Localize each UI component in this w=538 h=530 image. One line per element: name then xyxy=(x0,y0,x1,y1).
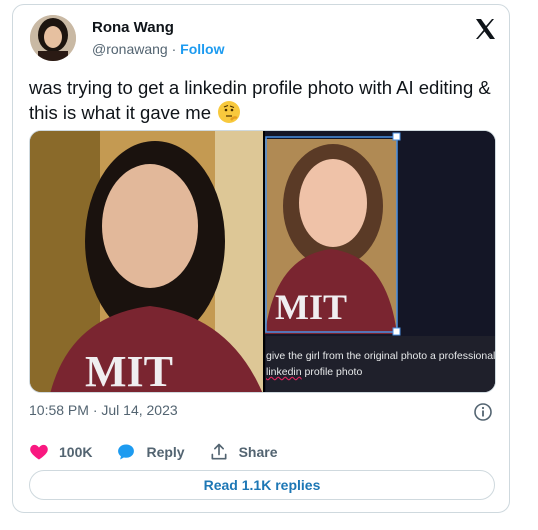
svg-text:MIT: MIT xyxy=(85,347,173,393)
media-grid[interactable]: MIT MIT give the girl from the original … xyxy=(29,130,496,393)
separator: · xyxy=(171,41,177,57)
share-button[interactable]: Share xyxy=(209,442,278,462)
like-button[interactable]: 100K xyxy=(29,442,92,462)
action-bar: 100K Reply Share xyxy=(29,440,302,464)
prompt-line-2: linkedin profile photo xyxy=(266,364,495,380)
author-name[interactable]: Rona Wang xyxy=(92,19,174,36)
share-icon xyxy=(211,443,227,460)
author-handle-row: @ronawang · Follow xyxy=(92,41,224,57)
tweet-text: was trying to get a linkedin profile pho… xyxy=(29,75,499,125)
avatar[interactable] xyxy=(30,15,76,61)
x-logo-icon[interactable] xyxy=(473,17,497,41)
ai-prompt-box[interactable]: give the girl from the original photo a … xyxy=(266,336,496,392)
share-label: Share xyxy=(238,444,278,460)
read-replies-button[interactable]: Read 1.1K replies xyxy=(29,470,495,500)
reply-label: Reply xyxy=(146,444,185,460)
original-photo[interactable]: MIT xyxy=(30,131,263,393)
author-handle[interactable]: @ronawang xyxy=(92,41,168,57)
svg-text:MIT: MIT xyxy=(275,287,347,327)
reply-icon xyxy=(118,444,135,460)
follow-button[interactable]: Follow xyxy=(180,41,224,57)
prompt-line-2-rest: profile photo xyxy=(301,366,363,378)
thinking-face-emoji xyxy=(218,101,241,123)
info-icon[interactable] xyxy=(473,402,493,422)
like-count: 100K xyxy=(59,444,93,460)
tweet-timestamp[interactable]: 10:58 PM · Jul 14, 2023 xyxy=(29,402,178,418)
tweet-card: Rona Wang @ronawang · Follow was trying … xyxy=(12,4,510,513)
prompt-misspelled-word: linkedin xyxy=(266,366,302,378)
reply-button[interactable]: Reply xyxy=(116,442,185,462)
heart-icon xyxy=(30,444,48,460)
prompt-line-1: give the girl from the original photo a … xyxy=(266,350,496,362)
tweet-body: was trying to get a linkedin profile pho… xyxy=(29,77,491,123)
